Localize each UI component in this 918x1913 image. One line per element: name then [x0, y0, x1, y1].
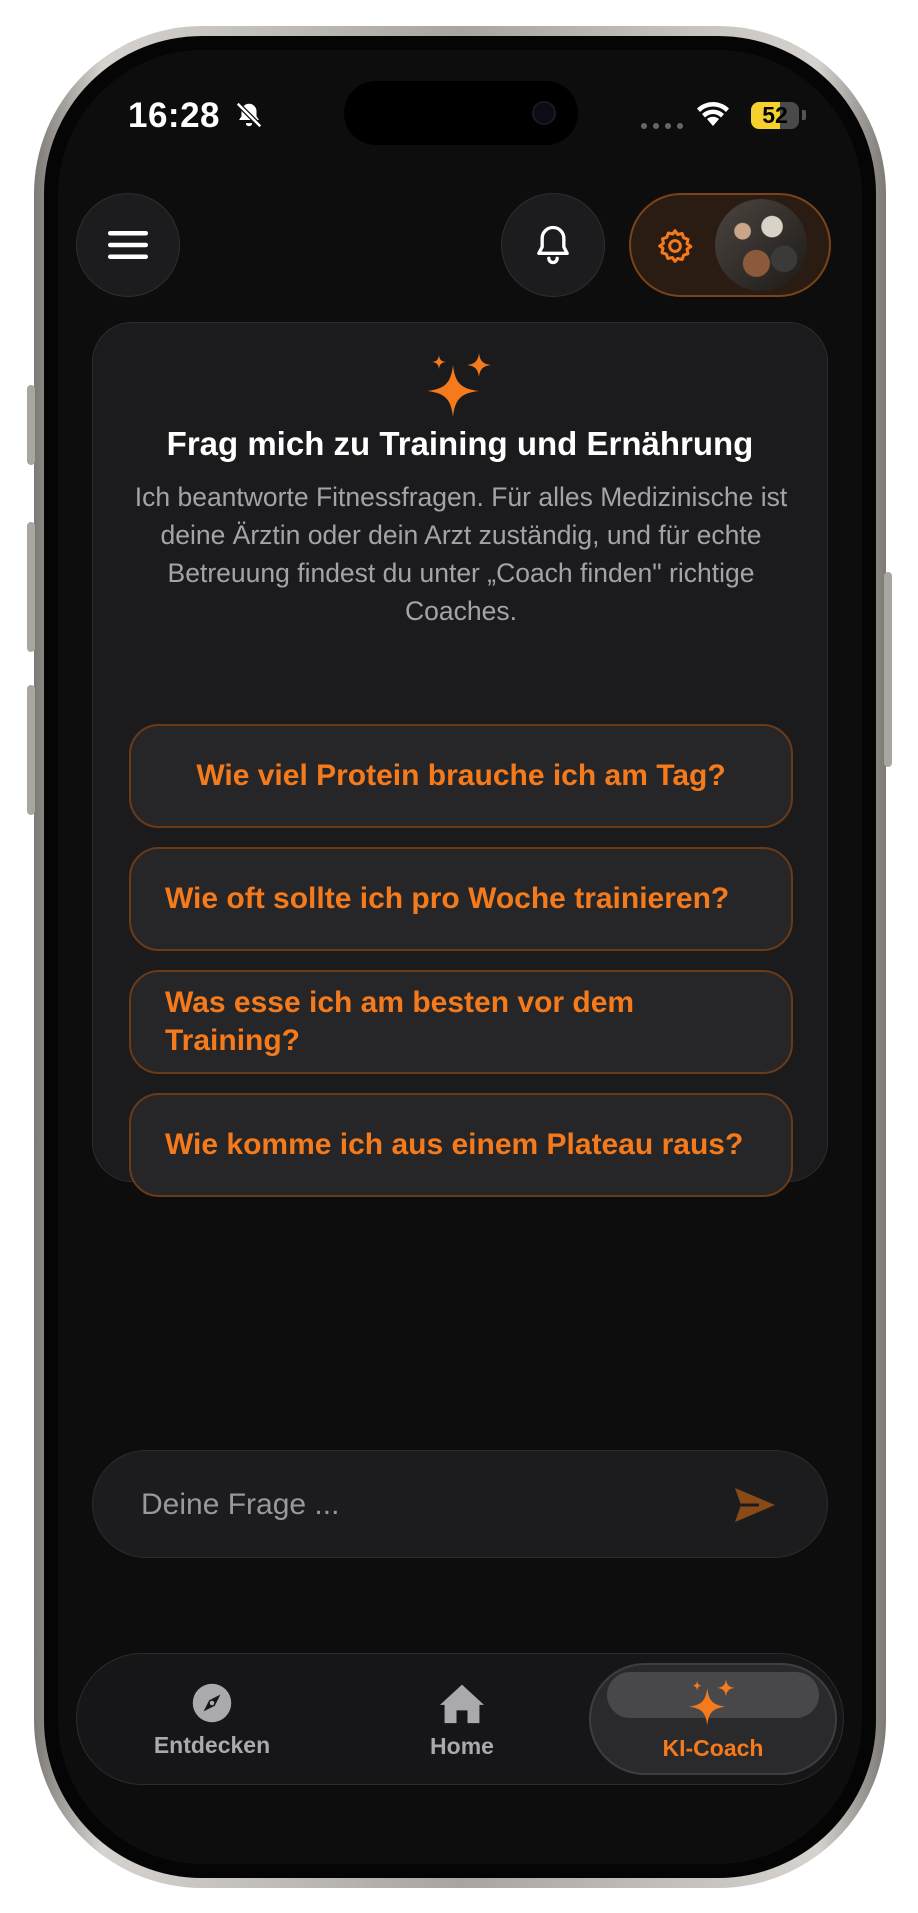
tab-bar: Entdecken Home KI-Coach	[76, 1653, 844, 1785]
tab-label-home: Home	[430, 1732, 494, 1759]
suggestion-pre-workout-meal[interactable]: Was esse ich am besten vor dem Training?	[129, 970, 793, 1074]
suggestion-plateau[interactable]: Wie komme ich aus einem Plateau raus?	[129, 1093, 793, 1197]
power-button	[884, 572, 892, 767]
suggestion-training-frequency[interactable]: Wie oft sollte ich pro Woche trainieren?	[129, 847, 793, 951]
avatar[interactable]	[715, 199, 807, 291]
question-input[interactable]	[139, 1481, 703, 1529]
tab-ki-coach[interactable]: KI-Coach	[617, 1654, 809, 1786]
intro-title: Frag mich zu Training und Ernährung	[166, 425, 754, 462]
bell-icon	[537, 225, 569, 265]
sparkles-icon	[427, 353, 491, 417]
house-icon	[440, 1684, 484, 1723]
camera-icon	[532, 101, 556, 125]
profile-settings-button[interactable]	[629, 193, 831, 297]
suggestion-protein[interactable]: Wie viel Protein brauche ich am Tag?	[129, 724, 793, 828]
tab-label-ki-coach: KI-Coach	[662, 1734, 764, 1761]
tab-home[interactable]: Home	[367, 1654, 557, 1786]
wifi-icon	[697, 102, 729, 126]
tab-entdecken[interactable]: Entdecken	[117, 1654, 307, 1786]
tab-label-entdecken: Entdecken	[153, 1731, 271, 1758]
battery-tip	[802, 110, 806, 120]
dynamic-island	[344, 81, 578, 145]
volume-down-button	[27, 685, 35, 815]
volume-up-button	[27, 522, 35, 652]
menu-button[interactable]	[76, 193, 180, 297]
bell-slash-icon	[235, 101, 263, 129]
sparkles-icon	[688, 1678, 735, 1725]
intro-card: Frag mich zu Training und Ernährung Ich …	[92, 322, 828, 1197]
app-screen: 16:28 52 Frag mich zu Training und Ernäh…	[58, 50, 862, 1864]
status-time: 16:28	[128, 96, 221, 135]
cellular-signal-icon	[641, 123, 683, 129]
intro-description: Ich beantworte Fitnessfragen. Für alles …	[134, 482, 788, 626]
battery-indicator: 52	[751, 102, 799, 129]
hamburger-icon	[108, 231, 148, 259]
notifications-button[interactable]	[501, 193, 605, 297]
gear-icon	[658, 229, 693, 263]
action-button	[27, 385, 35, 465]
compass-icon	[192, 1683, 232, 1722]
send-icon[interactable]	[733, 1485, 777, 1525]
question-field	[92, 1450, 828, 1558]
